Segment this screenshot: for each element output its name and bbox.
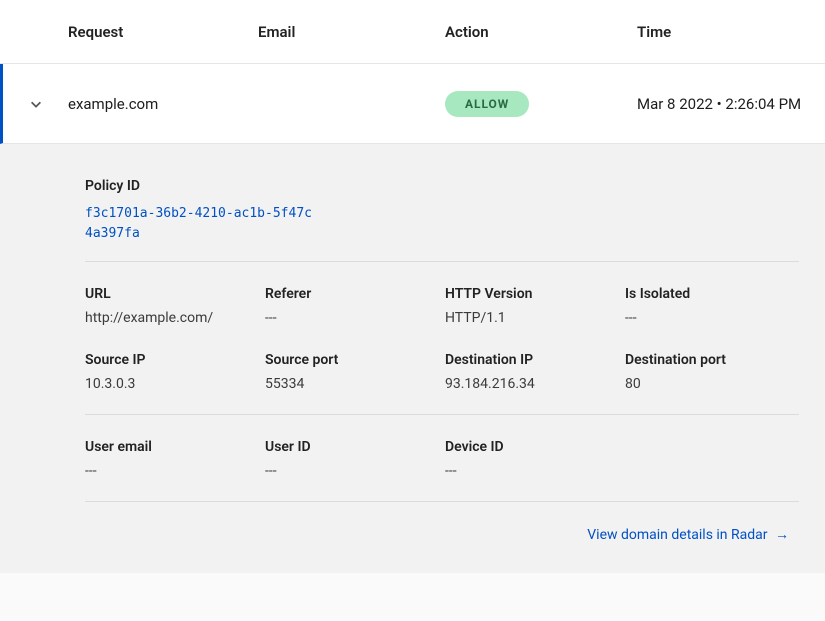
chevron-down-icon [29, 97, 43, 111]
arrow-right-icon: → [775, 526, 789, 543]
field-user-email: User email --- [85, 439, 265, 479]
field-source-port: Source port 55334 [265, 352, 445, 392]
field-is-isolated: Is Isolated --- [625, 286, 805, 326]
field-source-ip: Source IP 10.3.0.3 [85, 352, 265, 392]
source-port-label: Source port [265, 352, 445, 368]
divider [85, 261, 799, 262]
field-dest-port: Destination port 80 [625, 352, 805, 392]
footer-link-wrap: View domain details in Radar → [85, 526, 799, 543]
referer-label: Referer [265, 286, 445, 302]
user-email-value: --- [85, 463, 265, 479]
source-ip-label: Source IP [85, 352, 265, 368]
divider [85, 414, 799, 415]
details-grid-1: URL http://example.com/ Referer --- HTTP… [85, 286, 799, 392]
device-id-label: Device ID [445, 439, 625, 455]
table-header: Request Email Action Time [0, 0, 825, 64]
source-ip-value: 10.3.0.3 [85, 376, 265, 392]
url-label: URL [85, 286, 265, 302]
is-isolated-value: --- [625, 310, 805, 326]
field-device-id: Device ID --- [445, 439, 625, 479]
policy-id-link[interactable]: f3c1701a-36b2-4210-ac1b-5f47c4a397fa [85, 204, 315, 243]
log-row[interactable]: example.com ALLOW Mar 8 2022 • 2:26:04 P… [0, 64, 825, 144]
field-referer: Referer --- [265, 286, 445, 326]
details-panel: Policy ID f3c1701a-36b2-4210-ac1b-5f47c4… [0, 144, 825, 573]
header-request: Request [68, 23, 258, 41]
dest-port-label: Destination port [625, 352, 805, 368]
action-badge: ALLOW [445, 91, 529, 117]
policy-id-block: Policy ID f3c1701a-36b2-4210-ac1b-5f47c4… [85, 178, 799, 243]
header-action: Action [445, 23, 637, 41]
user-id-label: User ID [265, 439, 445, 455]
dest-ip-value: 93.184.216.34 [445, 376, 625, 392]
http-version-label: HTTP Version [445, 286, 625, 302]
user-id-value: --- [265, 463, 445, 479]
view-radar-label: View domain details in Radar [587, 527, 767, 543]
dest-ip-label: Destination IP [445, 352, 625, 368]
expand-toggle[interactable] [3, 97, 68, 111]
header-email: Email [258, 23, 445, 41]
policy-id-label: Policy ID [85, 178, 799, 194]
row-time: Mar 8 2022 • 2:26:04 PM [637, 95, 825, 113]
details-grid-2: User email --- User ID --- Device ID --- [85, 439, 799, 479]
is-isolated-label: Is Isolated [625, 286, 805, 302]
referer-value: --- [265, 310, 445, 326]
dest-port-value: 80 [625, 376, 805, 392]
url-value: http://example.com/ [85, 310, 265, 326]
view-radar-link[interactable]: View domain details in Radar → [587, 527, 789, 543]
field-dest-ip: Destination IP 93.184.216.34 [445, 352, 625, 392]
row-request: example.com [68, 95, 258, 113]
field-http-version: HTTP Version HTTP/1.1 [445, 286, 625, 326]
user-email-label: User email [85, 439, 265, 455]
divider [85, 501, 799, 502]
http-version-value: HTTP/1.1 [445, 310, 625, 326]
source-port-value: 55334 [265, 376, 445, 392]
field-url: URL http://example.com/ [85, 286, 265, 326]
device-id-value: --- [445, 463, 625, 479]
field-user-id: User ID --- [265, 439, 445, 479]
row-action-cell: ALLOW [445, 91, 637, 117]
header-time: Time [637, 23, 825, 41]
